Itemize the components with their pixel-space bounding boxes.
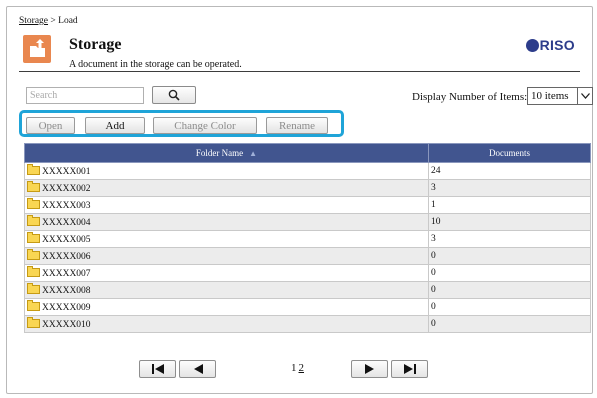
riso-logo-mark [525,38,539,52]
previous-page-icon [193,364,203,374]
folder-name: XXXXX007 [42,268,91,279]
last-page-icon [403,364,416,374]
page-title: Storage [69,36,122,53]
breadcrumb-separator: > [48,16,59,26]
folder-icon [27,231,40,243]
rename-button[interactable]: Rename [266,117,328,134]
previous-page-button[interactable] [179,360,216,378]
table-header-row: Folder Name ▲ Documents [24,143,591,163]
storage-panel: Storage > Load Storage A document in the… [6,6,593,394]
folder-name: XXXXX003 [42,200,91,211]
add-button[interactable]: Add [85,117,145,134]
documents-count: 0 [428,247,591,265]
column-header-documents[interactable]: Documents [428,143,591,163]
folder-name: XXXXX005 [42,234,91,245]
folder-name-cell: XXXXX005 [24,230,429,248]
display-items-select[interactable]: 10 items [527,87,593,105]
header-divider [19,71,580,72]
folder-name: XXXXX004 [42,217,91,228]
folder-icon [27,163,40,175]
first-page-button[interactable] [139,360,176,378]
sort-ascending-icon: ▲ [249,149,258,158]
page-subtitle: A document in the storage can be operate… [69,59,242,70]
folder-icon [27,180,40,192]
current-page-number: 1 [291,362,297,374]
change-color-button[interactable]: Change Color [153,117,257,134]
folder-table: Folder Name ▲ Documents XXXXX001 24 XXXXX0… [24,143,591,333]
folder-name-cell: XXXXX002 [24,179,429,197]
table-row[interactable]: XXXXX001 24 [24,162,591,180]
page-numbers: 12 [291,362,304,374]
riso-logo: RISO [525,37,575,53]
last-page-button[interactable] [391,360,428,378]
documents-count: 1 [428,196,591,214]
folder-icon [27,197,40,209]
table-row[interactable]: XXXXX003 1 [24,196,591,214]
folder-name: XXXXX001 [42,166,91,177]
table-row[interactable]: XXXXX010 0 [24,315,591,333]
page-link-2[interactable]: 2 [299,362,305,374]
table-row[interactable]: XXXXX006 0 [24,247,591,265]
documents-count: 0 [428,315,591,333]
folder-name-cell: XXXXX001 [24,162,429,180]
folder-name-cell: XXXXX006 [24,247,429,265]
search-icon [168,89,180,101]
display-items-label: Display Number of Items: [412,91,528,103]
table-row[interactable]: XXXXX008 0 [24,281,591,299]
folder-icon [27,265,40,277]
folder-icon [27,282,40,294]
display-items-value: 10 items [531,90,569,102]
documents-count: 0 [428,298,591,316]
table-row[interactable]: XXXXX002 3 [24,179,591,197]
open-button[interactable]: Open [26,117,75,134]
table-row[interactable]: XXXXX005 3 [24,230,591,248]
folder-icon [27,299,40,311]
folder-icon [27,248,40,260]
folder-icon [27,316,40,328]
documents-count: 0 [428,264,591,282]
documents-count: 3 [428,230,591,248]
search-button[interactable] [152,86,196,104]
folder-name: XXXXX009 [42,302,91,313]
folder-name-cell: XXXXX009 [24,298,429,316]
folder-icon [27,214,40,226]
storage-upload-icon [23,35,51,63]
table-row[interactable]: XXXXX004 10 [24,213,591,231]
documents-count: 3 [428,179,591,197]
next-page-icon [364,364,374,374]
table-row[interactable]: XXXXX007 0 [24,264,591,282]
breadcrumb-current: Load [58,16,78,26]
riso-logo-text: RISO [539,37,575,53]
first-page-icon [151,364,164,374]
folder-name-cell: XXXXX010 [24,315,429,333]
folder-name: XXXXX008 [42,285,91,296]
table-row[interactable]: XXXXX009 0 [24,298,591,316]
folder-name: XXXXX006 [42,251,91,262]
chevron-down-icon [577,88,592,104]
breadcrumb: Storage > Load [19,16,78,26]
folder-name-cell: XXXXX003 [24,196,429,214]
breadcrumb-link-storage[interactable]: Storage [19,16,48,26]
folder-name-cell: XXXXX007 [24,264,429,282]
documents-count: 10 [428,213,591,231]
column-header-folder-name[interactable]: Folder Name ▲ [24,143,429,163]
column-header-label: Folder Name [195,148,244,158]
folder-name: XXXXX010 [42,319,91,330]
search-input[interactable]: Search [26,87,144,104]
next-page-button[interactable] [351,360,388,378]
folder-name-cell: XXXXX008 [24,281,429,299]
documents-count: 0 [428,281,591,299]
folder-name-cell: XXXXX004 [24,213,429,231]
folder-name: XXXXX002 [42,183,91,194]
documents-count: 24 [428,162,591,180]
